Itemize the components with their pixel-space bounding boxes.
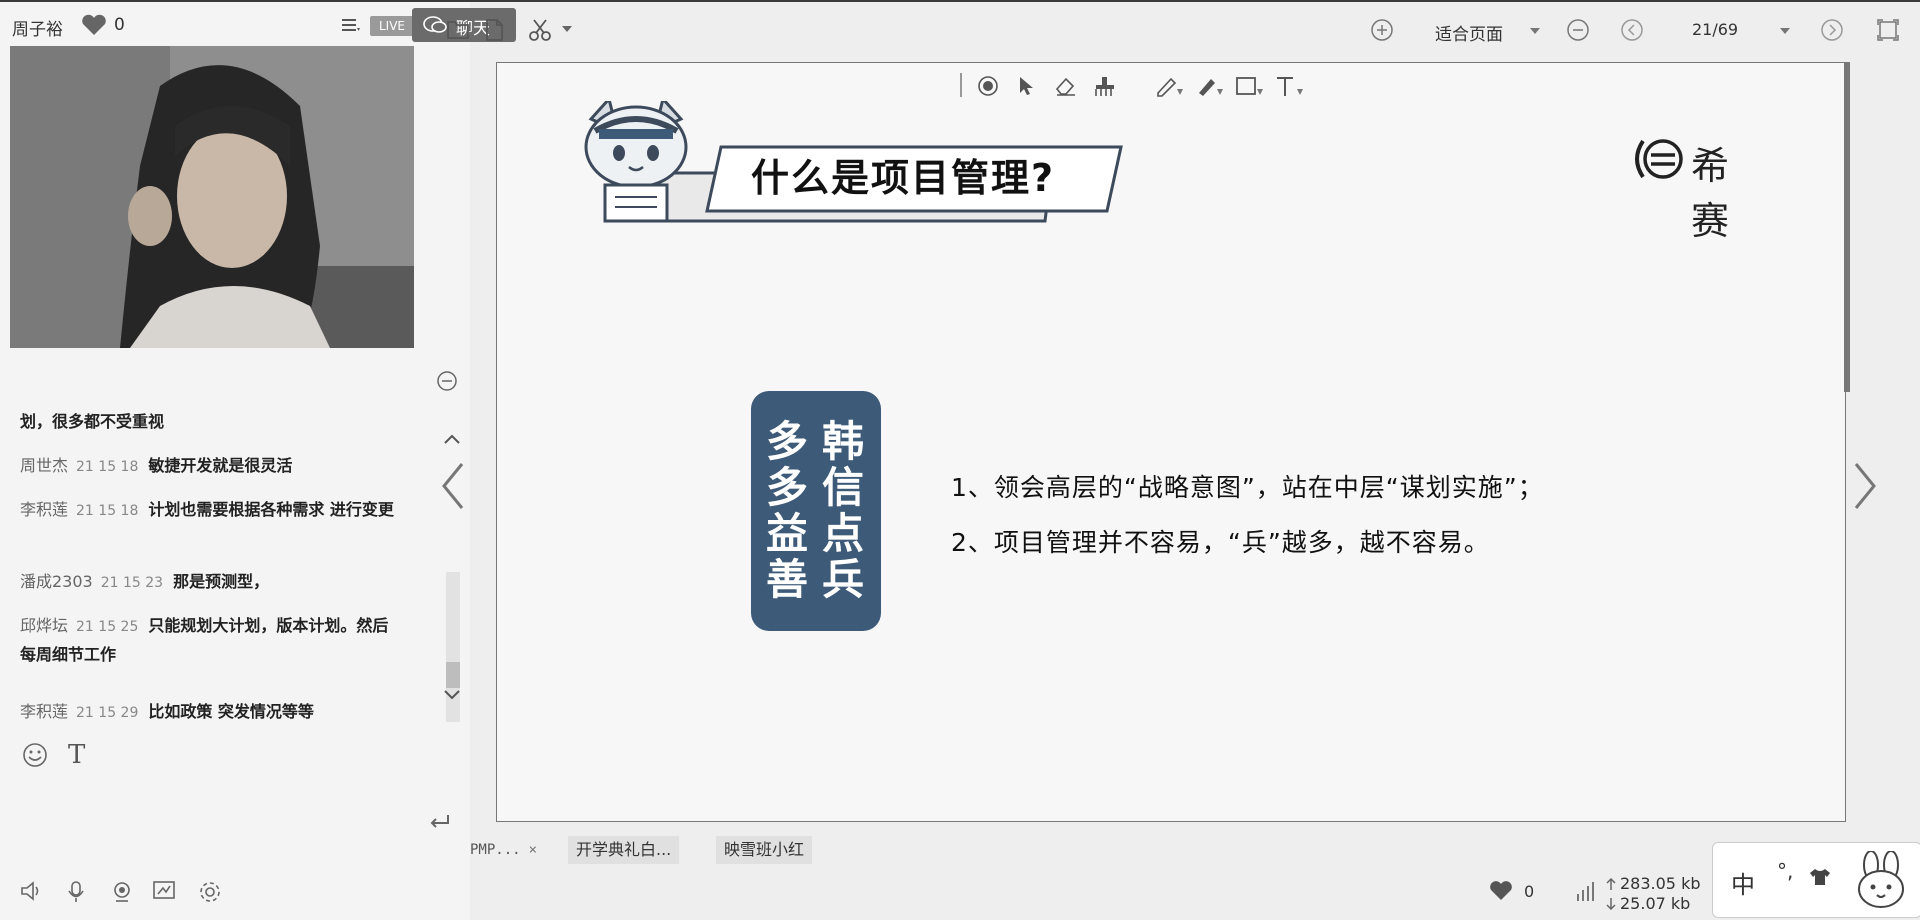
chat-time: 21 15 29 (76, 705, 139, 721)
heart-icon[interactable] (80, 14, 108, 36)
like-count: 0 (1524, 882, 1535, 901)
text-tool-icon[interactable] (1275, 75, 1305, 97)
chat-sender: 周世杰 (20, 456, 69, 475)
eraser-icon[interactable] (1053, 75, 1077, 97)
caret-down-icon[interactable] (1530, 28, 1540, 34)
chat-time: 21 15 25 (76, 619, 139, 635)
screen-share-icon[interactable] (152, 880, 176, 902)
collapse-icon[interactable] (436, 370, 458, 392)
brand-logo: 希赛 (1629, 137, 1729, 243)
download-speed: 25.07 kb (1620, 894, 1691, 913)
chat-message-text: 计划也需要根据各种需求 进行变更 (148, 500, 394, 519)
chat-message-text: 那是预测型， (173, 572, 270, 591)
chevron-right-icon[interactable] (1852, 462, 1878, 510)
presenter-video (10, 46, 414, 348)
close-icon[interactable]: × (529, 842, 537, 858)
camera-icon[interactable] (110, 880, 134, 904)
chat-panel: 划，很多都不受重视 周世杰 21 15 18 敏捷开发就是很灵活 李积莲 21 15 … (0, 362, 470, 802)
idiom-duoduo-yishan: 多多益善 (765, 417, 808, 604)
chat-time: 21 15 18 (76, 503, 139, 519)
document-tab-label: PMP... (470, 842, 521, 858)
chat-scroll-thumb[interactable] (446, 662, 460, 688)
document-tab[interactable]: 开学典礼白... (568, 836, 680, 864)
microphone-icon[interactable] (66, 880, 86, 904)
media-controls (0, 872, 470, 920)
arrow-cursor-icon[interactable] (1017, 75, 1037, 97)
ime-language-toggle[interactable]: 中 (1731, 865, 1755, 900)
document-icon[interactable] (484, 18, 504, 42)
chat-message: 周世杰 21 15 18 敏捷开发就是很灵活 (20, 452, 400, 481)
ime-punctuation-toggle[interactable]: °, (1777, 859, 1793, 883)
slide-canvas[interactable]: 什么是项目管理? 希赛 多多益善 韩信点兵 1、领会高层的“战略意图”，站在中层… (496, 62, 1846, 822)
document-tab-label: 开学典礼白... (576, 840, 672, 859)
chat-sender: 潘成2303 (20, 572, 93, 591)
idiom-hanxin-dianbing: 韩信点兵 (821, 417, 864, 604)
upload-speed: 283.05 kb (1620, 874, 1701, 893)
separator (959, 73, 963, 97)
fullscreen-icon[interactable] (1876, 18, 1900, 42)
chevron-down-icon[interactable] (444, 690, 460, 700)
pen-icon[interactable] (1155, 75, 1185, 97)
bullet-point-2: 2、项目管理并不容易，“兵”越多，越不容易。 (951, 528, 1490, 557)
chevron-up-icon[interactable] (444, 434, 460, 444)
chat-message-text: 敏捷开发就是很灵活 (148, 456, 293, 475)
previous-page-icon[interactable] (1620, 18, 1644, 42)
speaker-icon[interactable] (20, 880, 44, 902)
idiom-card: 多多益善 韩信点兵 (751, 391, 881, 631)
next-page-icon[interactable] (1820, 18, 1844, 42)
chat-time: 21 15 23 (100, 575, 164, 591)
left-panel: 周子裕 0 LIVE 划，很多都不受重视 周世杰 21 15 18 敏捷开发就是… (0, 2, 470, 920)
title-banner: 什么是项目管理? (571, 101, 1131, 231)
chat-message: 李积莲 21 15 18 计划也需要根据各种需求 进行变更 (20, 496, 400, 525)
document-tab[interactable]: 映雪班小红 (716, 836, 813, 864)
caret-down-icon[interactable] (562, 26, 572, 32)
signal-strength-icon (1576, 882, 1596, 902)
presenter-header: 周子裕 0 LIVE (0, 2, 470, 46)
chat-message-text: 比如政策 突发情况等等 (148, 702, 314, 721)
annotation-toolbar (959, 69, 1419, 103)
chat-sender: 李积莲 (20, 702, 69, 721)
laser-pointer-icon[interactable] (977, 75, 999, 97)
chat-message: 邱烨坛 21 15 25 只能规划大计划，版本计划。然后每周细节工作 (20, 612, 400, 669)
page-indicator[interactable]: 21/69 (1692, 20, 1738, 39)
highlighter-icon[interactable] (1195, 75, 1225, 97)
chevron-left-icon[interactable] (440, 462, 466, 510)
brand-name: 希赛 (1691, 144, 1730, 243)
text-format-icon[interactable]: T (68, 740, 85, 770)
shirt-icon[interactable] (1809, 867, 1831, 887)
document-tab[interactable]: PMP... × (462, 836, 545, 864)
scissors-icon[interactable] (528, 18, 554, 42)
emoji-icon[interactable] (22, 742, 48, 768)
chat-message-text: 划，很多都不受重视 (20, 412, 165, 431)
chat-sender: 邱烨坛 (20, 616, 69, 635)
rabbit-mascot-icon[interactable] (1853, 851, 1909, 909)
chat-message: 潘成2303 21 15 23 那是预测型， (20, 568, 400, 597)
upload-arrow-icon (1606, 878, 1616, 890)
rectangle-tool-icon[interactable] (1235, 75, 1265, 97)
like-count: 0 (114, 15, 125, 35)
live-badge: LIVE (370, 16, 414, 36)
chat-time: 21 15 18 (76, 459, 139, 475)
zoom-in-icon[interactable] (1370, 18, 1394, 42)
zoom-fit-select[interactable]: 适合页面 (1435, 20, 1503, 45)
enter-icon[interactable] (428, 814, 450, 830)
settings-gear-icon[interactable] (198, 880, 222, 904)
chat-sender: 李积莲 (20, 500, 69, 519)
document-tab-label: 映雪班小红 (724, 840, 805, 859)
slide-scrollbar[interactable] (1844, 62, 1850, 392)
heart-icon[interactable] (1488, 880, 1514, 902)
chat-message: 划，很多都不受重视 (20, 408, 400, 436)
slide-title: 什么是项目管理? (751, 156, 1056, 200)
presenter-name: 周子裕 (12, 20, 63, 40)
zoom-out-icon[interactable] (1566, 18, 1590, 42)
list-menu-icon[interactable] (342, 19, 360, 33)
folder-icon[interactable] (446, 18, 470, 40)
brush-icon[interactable] (1093, 75, 1117, 97)
download-arrow-icon (1606, 898, 1616, 910)
bullet-point-1: 1、领会高层的“战略意图”，站在中层“谋划实施”； (951, 473, 1544, 502)
chat-message: 李积莲 21 15 29 比如政策 突发情况等等 (20, 698, 400, 727)
caret-down-icon[interactable] (1780, 28, 1790, 34)
slide-toolbar: 适合页面 21/69 (440, 2, 1920, 58)
input-method-bar: 中 °, (1712, 842, 1920, 918)
